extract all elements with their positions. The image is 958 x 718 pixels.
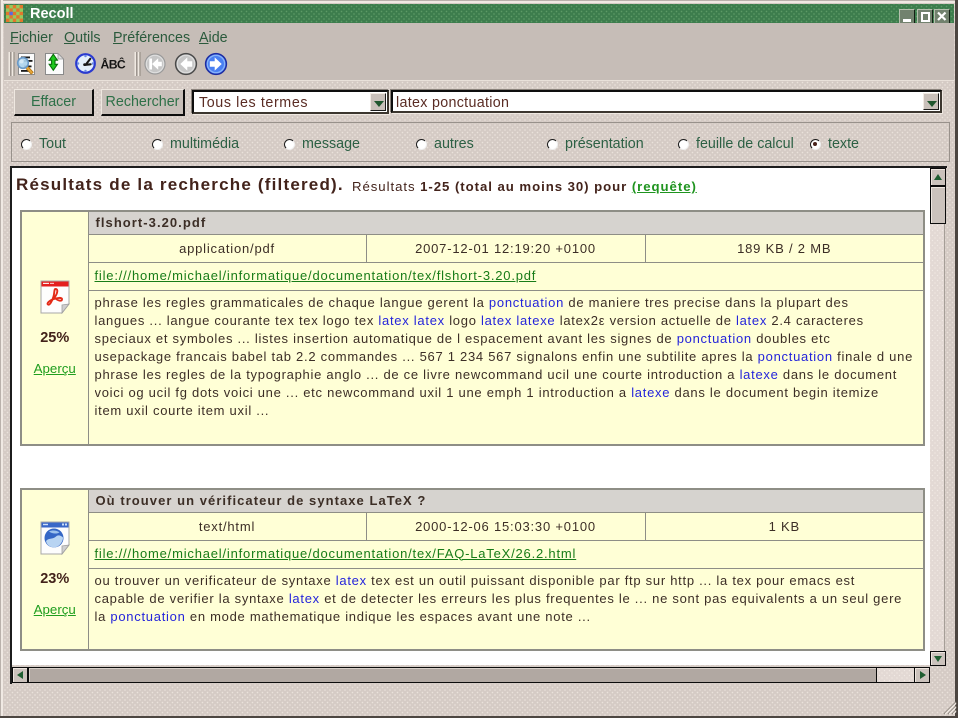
svg-text:ÅBĈ: ÅBĈ: [101, 57, 126, 72]
